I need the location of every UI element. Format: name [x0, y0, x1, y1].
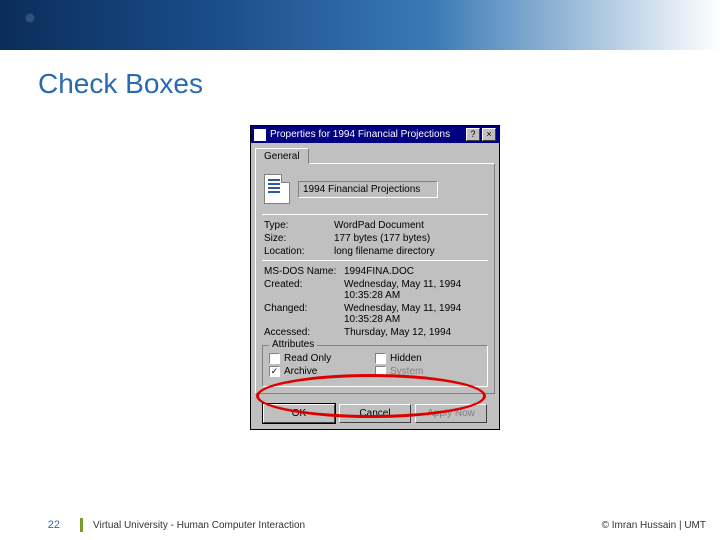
attributes-group: Attributes Read Only Hidden ✓ Archive — [262, 345, 488, 387]
label-changed: Changed: — [264, 303, 344, 325]
label-size: Size: — [264, 233, 334, 244]
checkbox-label: Archive — [284, 366, 317, 377]
checkbox-readonly[interactable]: Read Only — [269, 352, 375, 365]
general-panel: 1994 Financial Projections Type: WordPad… — [255, 163, 495, 394]
value-type: WordPad Document — [334, 220, 486, 231]
value-msdos: 1994FINA.DOC — [344, 266, 486, 277]
row-created: Created: Wednesday, May 11, 1994 10:35:2… — [262, 278, 488, 302]
value-created: Wednesday, May 11, 1994 10:35:28 AM — [344, 279, 486, 301]
row-msdos: MS-DOS Name: 1994FINA.DOC — [262, 265, 488, 278]
row-accessed: Accessed: Thursday, May 12, 1994 — [262, 326, 488, 339]
button-row: OK Cancel Apply Now — [251, 398, 499, 429]
cancel-button[interactable]: Cancel — [339, 404, 411, 423]
checkbox-archive[interactable]: ✓ Archive — [269, 365, 375, 378]
tab-strip: General — [251, 143, 499, 163]
properties-dialog-container: Properties for 1994 Financial Projection… — [250, 125, 500, 430]
checkbox-label: System — [390, 366, 423, 377]
separator — [262, 260, 488, 261]
checkbox-label: Read Only — [284, 353, 331, 364]
value-location: long filename directory — [334, 246, 486, 257]
row-type: Type: WordPad Document — [262, 219, 488, 232]
filename-field[interactable]: 1994 Financial Projections — [298, 181, 438, 198]
checkbox-system: System — [375, 365, 481, 378]
document-icon — [264, 174, 290, 204]
label-location: Location: — [264, 246, 334, 257]
slide-banner — [0, 0, 720, 50]
value-changed: Wednesday, May 11, 1994 10:35:28 AM — [344, 303, 486, 325]
footer-right: © Imran Hussain | UMT — [602, 520, 720, 531]
apply-button: Apply Now — [415, 404, 487, 423]
footer-center: Virtual University - Human Computer Inte… — [93, 520, 602, 531]
window-title: Properties for 1994 Financial Projection… — [270, 129, 464, 140]
label-created: Created: — [264, 279, 344, 301]
checkbox-hidden[interactable]: Hidden — [375, 352, 481, 365]
titlebar[interactable]: Properties for 1994 Financial Projection… — [251, 126, 499, 143]
checkbox-label: Hidden — [390, 353, 422, 364]
ok-button[interactable]: OK — [263, 404, 335, 423]
checkbox-icon — [375, 353, 386, 364]
separator — [262, 214, 488, 215]
slide-footer: 22 Virtual University - Human Computer I… — [0, 510, 720, 540]
row-location: Location: long filename directory — [262, 245, 488, 258]
close-button[interactable]: × — [482, 128, 496, 141]
checkbox-icon — [375, 366, 386, 377]
label-type: Type: — [264, 220, 334, 231]
page-number: 22 — [0, 519, 80, 531]
label-msdos: MS-DOS Name: — [264, 266, 344, 277]
value-accessed: Thursday, May 12, 1994 — [344, 327, 486, 338]
window-icon — [254, 129, 266, 141]
tab-general[interactable]: General — [255, 148, 309, 164]
value-size: 177 bytes (177 bytes) — [334, 233, 486, 244]
checkbox-icon — [269, 353, 280, 364]
footer-divider — [80, 518, 83, 532]
row-changed: Changed: Wednesday, May 11, 1994 10:35:2… — [262, 302, 488, 326]
slide-title: Check Boxes — [0, 50, 720, 100]
row-size: Size: 177 bytes (177 bytes) — [262, 232, 488, 245]
file-header: 1994 Financial Projections — [262, 170, 488, 212]
properties-dialog: Properties for 1994 Financial Projection… — [250, 125, 500, 430]
label-accessed: Accessed: — [264, 327, 344, 338]
checkbox-icon: ✓ — [269, 366, 280, 377]
attributes-label: Attributes — [269, 339, 317, 350]
help-button[interactable]: ? — [466, 128, 480, 141]
